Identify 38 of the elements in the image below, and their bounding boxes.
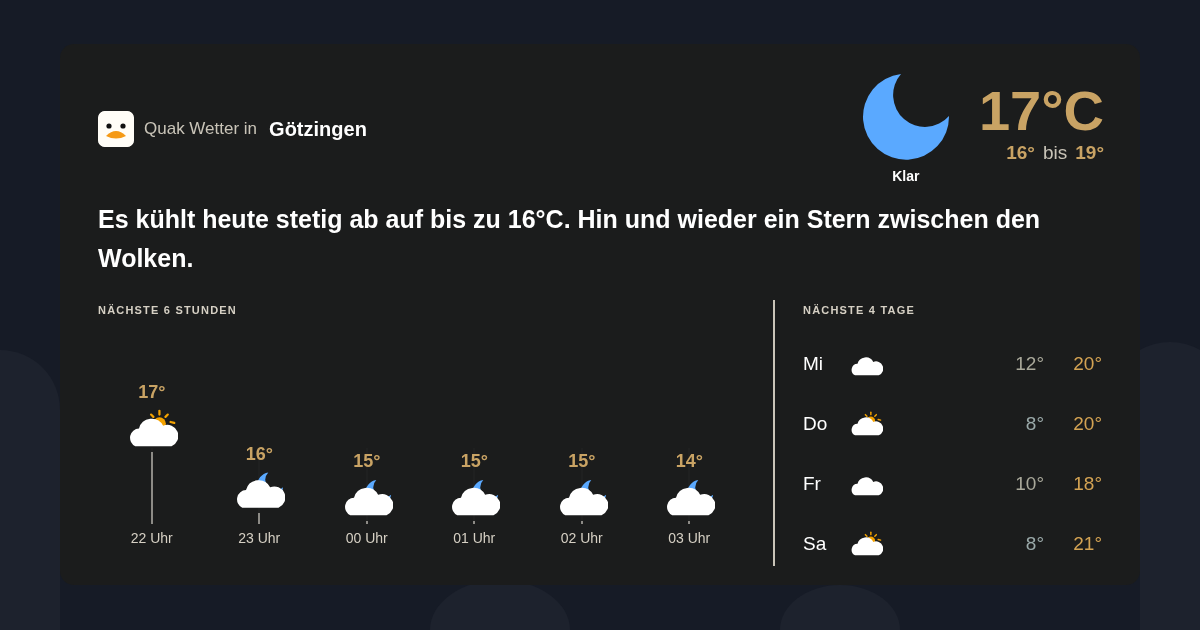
high-temperature: 20° xyxy=(1072,353,1102,375)
high-temperature: 21° xyxy=(1072,533,1102,555)
condition-label: Klar xyxy=(892,168,920,184)
current-temperature: 17°C xyxy=(978,80,1104,142)
section-heading: NÄCHSTE 4 TAGE xyxy=(803,304,916,316)
hour-label: 23 Uhr xyxy=(238,530,281,546)
range-word: bis xyxy=(1042,142,1068,164)
moon-icon xyxy=(860,72,951,162)
hour-label: 00 Uhr xyxy=(345,530,388,546)
low-temperature: 12° xyxy=(1014,353,1044,375)
low-temperature: 8° xyxy=(1024,533,1044,555)
low-temperature: 8° xyxy=(1024,413,1044,435)
day-label: Fr xyxy=(803,473,822,495)
low-temperature: 16° xyxy=(1006,142,1035,164)
duck-logo-icon xyxy=(98,111,134,147)
high-temperature: 20° xyxy=(1072,413,1102,435)
day-label: Do xyxy=(803,413,829,435)
hour-label: 01 Uhr xyxy=(453,530,496,546)
day-label: Sa xyxy=(803,533,828,555)
hour-temperature: 17° xyxy=(138,382,166,403)
app-name: Quak Wetter in xyxy=(144,119,258,139)
hour-label: 22 Uhr xyxy=(130,530,173,546)
hour-temperature: 15° xyxy=(568,451,596,473)
section-heading: NÄCHSTE 6 STUNDEN xyxy=(98,304,238,316)
high-temperature: 18° xyxy=(1072,473,1102,495)
sun-cloud-icon xyxy=(849,411,883,437)
hour-label: 02 Uhr xyxy=(560,530,603,546)
sun-cloud-icon xyxy=(849,531,883,557)
low-temperature: 10° xyxy=(1014,473,1044,495)
hour-temperature: 15° xyxy=(353,451,381,473)
hour-temperature: 15° xyxy=(460,451,488,473)
day-label: Mi xyxy=(803,353,825,375)
hour-temperature: 16° xyxy=(245,443,273,465)
weather-summary: Es kühlt heute stetig ab auf bis zu 16°C. Hin und wieder ein Stern zwischen den Wolken. xyxy=(98,204,1042,274)
hour-temperature: 14° xyxy=(675,451,703,473)
location-name: Götzingen xyxy=(269,117,367,141)
high-temperature: 19° xyxy=(1075,142,1104,164)
hour-label: 03 Uhr xyxy=(668,530,711,546)
